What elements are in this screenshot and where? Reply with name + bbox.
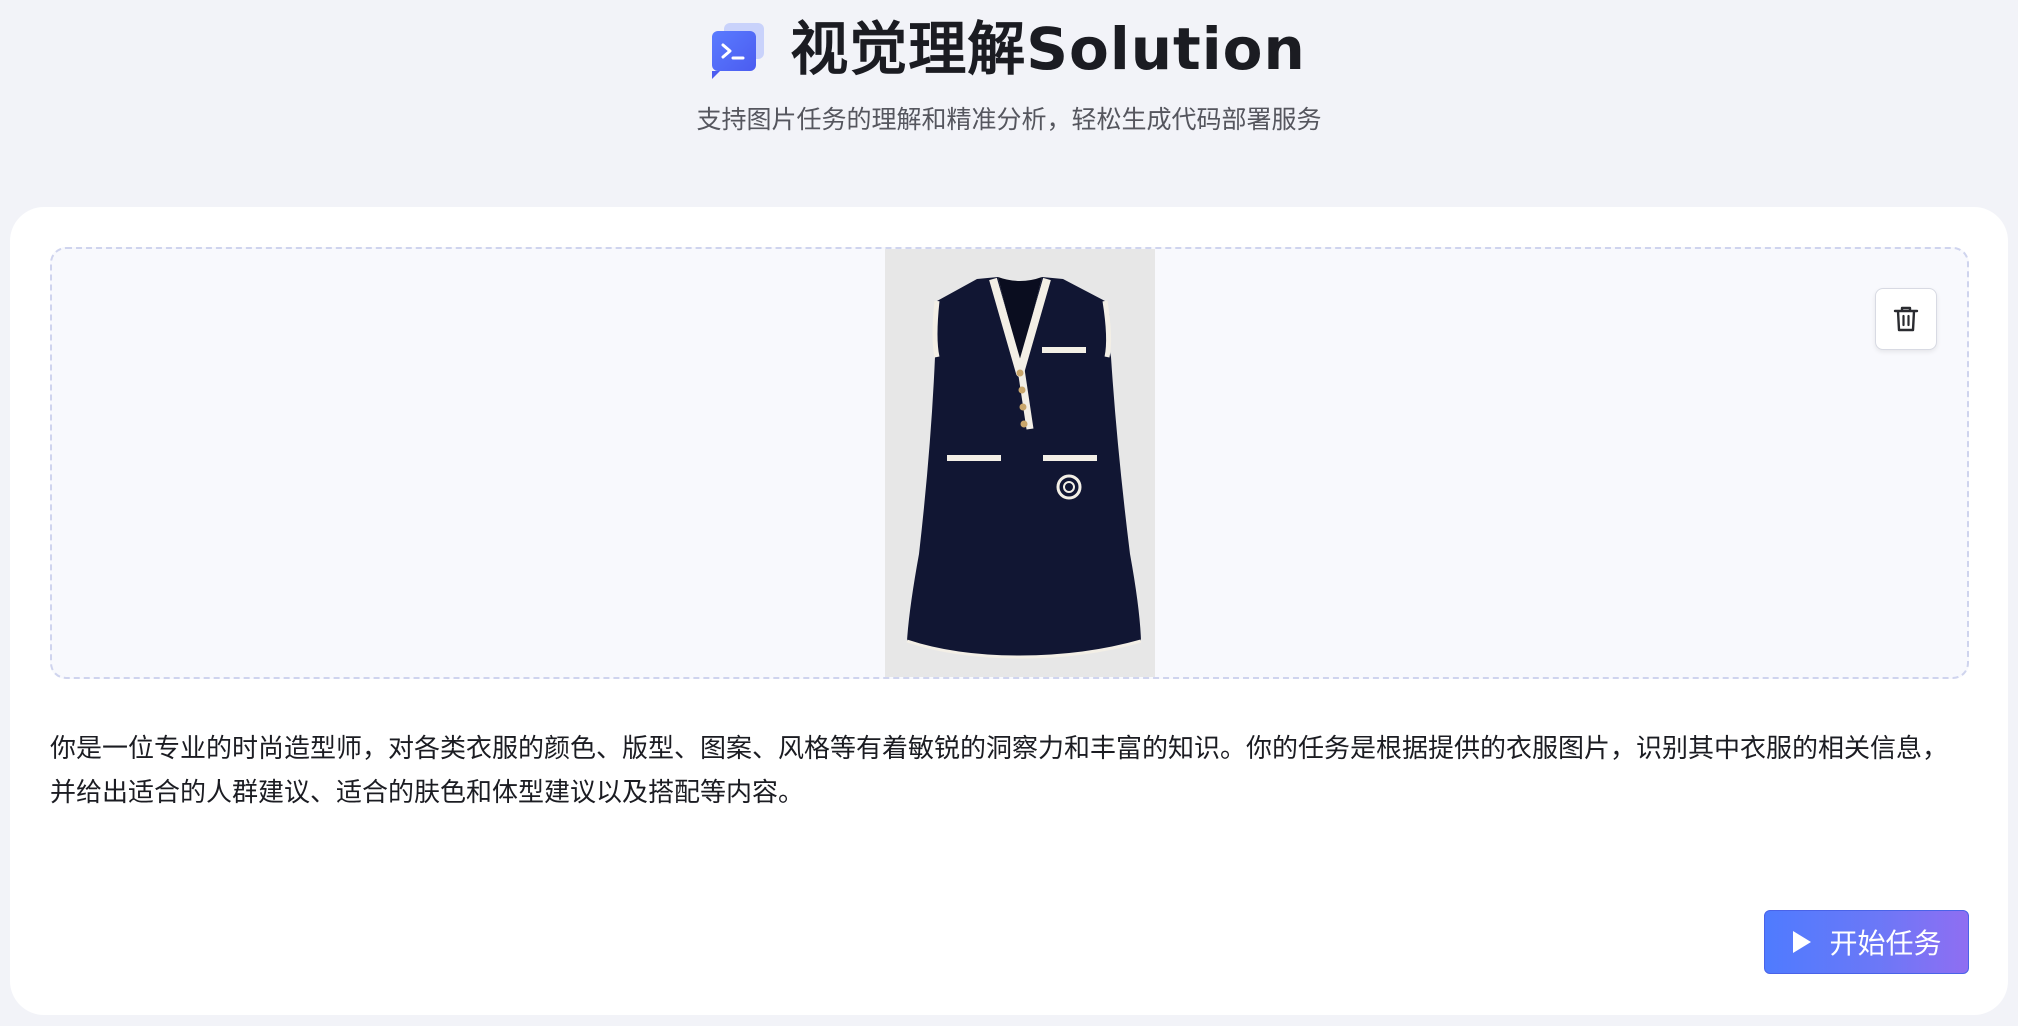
dress-image [906,277,1142,659]
delete-image-button[interactable] [1875,288,1937,350]
page-subtitle: 支持图片任务的理解和精准分析，轻松生成代码部署服务 [696,105,1322,134]
play-icon [1793,931,1812,953]
trash-icon [1893,306,1919,332]
terminal-chat-icon [712,23,765,79]
start-task-label: 开始任务 [1829,927,1942,960]
prompt-text[interactable]: 你是一位专业的时尚造型师，对各类衣服的颜色、版型、图案、风格等有着敏锐的洞察力和… [50,727,1965,815]
image-upload-dropzone[interactable] [50,247,1969,679]
uploaded-image-preview [885,249,1155,677]
start-task-button[interactable]: 开始任务 [1764,910,1969,974]
main-card: 你是一位专业的时尚造型师，对各类衣服的颜色、版型、图案、风格等有着敏锐的洞察力和… [10,207,2008,1015]
title-row: 视觉理解Solution [0,8,2018,83]
header: 视觉理解Solution 支持图片任务的理解和精准分析，轻松生成代码部署服务 [0,0,2018,160]
terminal-prompt-icon [712,43,745,79]
page-title: 视觉理解Solution [790,15,1306,83]
page: 视觉理解Solution 支持图片任务的理解和精准分析，轻松生成代码部署服务 你… [0,0,2018,1026]
